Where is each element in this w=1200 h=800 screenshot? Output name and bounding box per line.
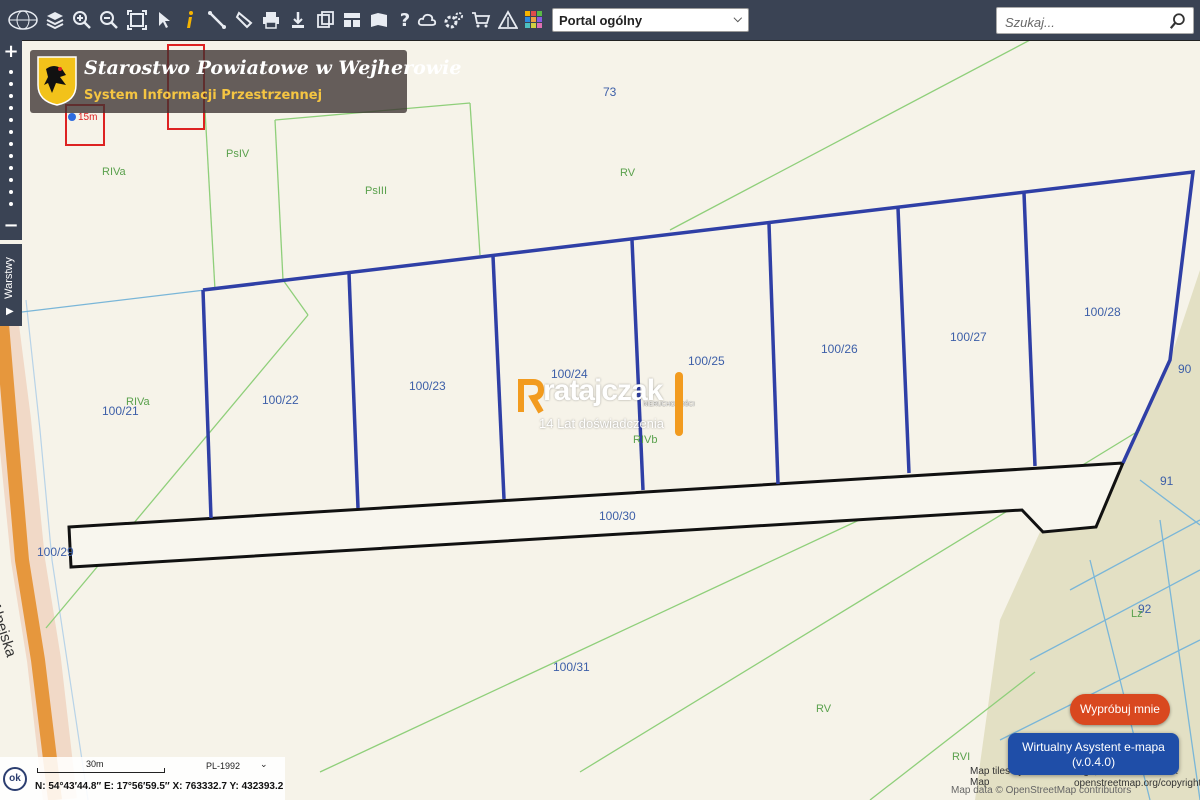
plot-label: 100/28 [1084, 305, 1121, 319]
landuse-label: Lz [1131, 608, 1143, 620]
plot-label: 100/25 [688, 354, 725, 368]
coordinates-readout: N: 54°43′44.8″ E: 17°56′59.5″ X: 763332.… [35, 781, 284, 792]
layers-icon[interactable] [43, 7, 67, 33]
chevron-down-icon[interactable]: ⌄ [260, 760, 268, 770]
print-icon[interactable] [259, 7, 283, 33]
marker-label: 15m [78, 112, 98, 123]
main-toolbar: ? Portal ogólny ⌵ [0, 0, 1200, 41]
zoom-level-dot[interactable] [9, 70, 13, 74]
plot-label: 100/26 [821, 342, 858, 356]
assistant-version: (v.0.4.0) [1071, 755, 1116, 769]
watermark-bar [675, 372, 683, 436]
zoom-level-dot[interactable] [9, 106, 13, 110]
globe-icon[interactable] [6, 7, 40, 33]
crs-select[interactable]: PL-1992 [206, 761, 240, 771]
zoom-out-icon[interactable] [97, 7, 121, 33]
try-me-button[interactable]: Wypróbuj mnie [1070, 694, 1170, 725]
zoom-out-button[interactable]: − [0, 216, 22, 236]
zoom-in-icon[interactable] [70, 7, 94, 33]
help-icon[interactable]: ? [393, 7, 417, 33]
layers-tab-label: Warstwy [3, 257, 15, 299]
search-icon[interactable] [1169, 12, 1187, 30]
organization-subtitle: System Informacji Przestrzennej [84, 88, 323, 103]
ok-button[interactable]: ok [3, 767, 27, 791]
layout-icon[interactable] [340, 7, 364, 33]
landuse-label: RV [816, 703, 832, 715]
color-grid-icon[interactable] [522, 7, 546, 33]
landuse-label: RVI [952, 751, 971, 763]
plot-label: 90 [1178, 362, 1192, 376]
zoom-level-dot[interactable] [9, 178, 13, 182]
warning-icon[interactable] [496, 7, 520, 33]
settings-icon[interactable] [442, 7, 466, 33]
plot-label: 73 [603, 85, 617, 99]
zoom-level-dot[interactable] [9, 166, 13, 170]
cloud-icon[interactable] [415, 7, 439, 33]
search-box [996, 7, 1194, 34]
scale-panel [0, 757, 285, 800]
landuse-label: PsIV [226, 148, 250, 160]
assistant-title: Wirtualny Asystent e-mapa [1022, 740, 1165, 754]
plot-label: 91 [1160, 474, 1174, 488]
landuse-label: RIVa [102, 166, 126, 178]
measure-area-icon[interactable] [232, 7, 256, 33]
play-arrow-icon: ▶ [6, 306, 14, 317]
export-icon[interactable] [313, 7, 337, 33]
download-icon[interactable] [286, 7, 310, 33]
portal-select-value: Portal ogólny [559, 13, 643, 28]
watermark-r-icon [518, 379, 545, 414]
zoom-level-dot[interactable] [9, 118, 13, 122]
marker-dot [68, 113, 76, 121]
watermark-logo: ratajczak NIERUCHOMOŚCI 14 Lat doświadcz… [515, 372, 695, 438]
landuse-label: RIVa [126, 396, 150, 408]
plot-label: 100/22 [262, 393, 299, 407]
select-arrow-icon[interactable] [152, 7, 176, 33]
virtual-assistant-button[interactable]: Wirtualny Asystent e-mapa (v.0.4.0) [1008, 733, 1179, 775]
landuse-label: PsIII [365, 185, 388, 197]
plot-label: 100/27 [950, 330, 987, 344]
zoom-level-dot[interactable] [9, 94, 13, 98]
plot-label: 100/23 [409, 379, 446, 393]
zoom-panel: + − [0, 40, 22, 240]
measure-distance-icon[interactable] [205, 7, 229, 33]
coat-of-arms-icon [37, 56, 77, 106]
plot-label: 100/29 [37, 545, 74, 559]
zoom-level-dot[interactable] [9, 130, 13, 134]
landuse-label: RV [620, 167, 636, 179]
search-input[interactable] [1003, 12, 1167, 32]
watermark-tagline: 14 Lat doświadczenia [539, 416, 665, 431]
organization-title: Starostwo Powiatowe w Wejherowie [84, 57, 462, 79]
zoom-level-dot[interactable] [9, 82, 13, 86]
layers-tab[interactable]: Warstwy ▶ [0, 244, 22, 326]
scale-bar [37, 768, 165, 773]
map-sheet-icon[interactable] [367, 7, 391, 33]
cart-icon[interactable] [469, 7, 493, 33]
watermark-sub: NIERUCHOMOŚCI [643, 402, 695, 408]
zoom-level-dot[interactable] [9, 202, 13, 206]
portal-select[interactable]: Portal ogólny ⌵ [552, 8, 749, 32]
plot-label: 100/30 [599, 509, 636, 523]
zoom-level-dot[interactable] [9, 154, 13, 158]
full-extent-icon[interactable] [125, 7, 149, 33]
zoom-in-button[interactable]: + [0, 42, 22, 62]
info-icon[interactable] [178, 7, 202, 33]
attribution-data: Map data © OpenStreetMap contributors [951, 785, 1132, 796]
plot-label: 100/31 [553, 660, 590, 674]
header-card: Starostwo Powiatowe w Wejherowie System … [30, 50, 461, 113]
zoom-level-dot[interactable] [9, 142, 13, 146]
chevron-down-icon: ⌵ [733, 13, 742, 25]
zoom-level-dot[interactable] [9, 190, 13, 194]
